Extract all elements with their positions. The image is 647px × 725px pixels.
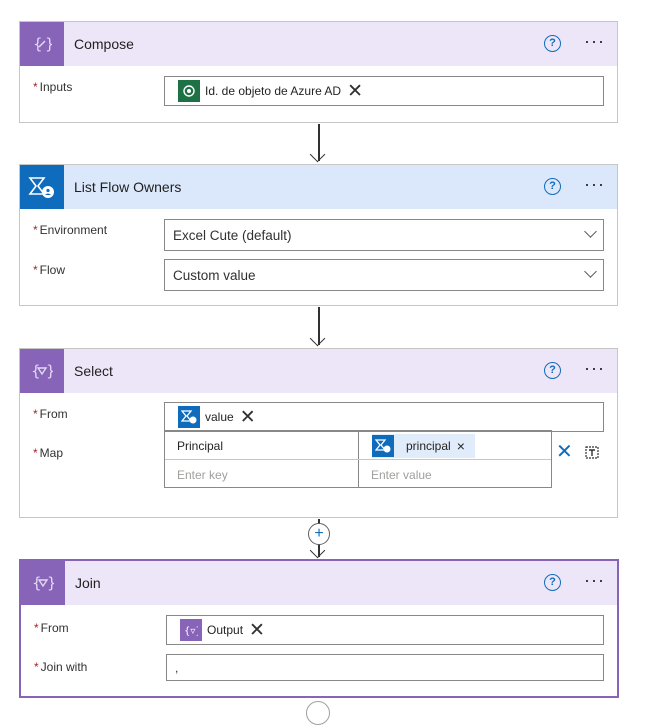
connector-arrow: [309, 307, 329, 349]
compose-card: {} Compose ? ··· *Inputs Id. de objeto d…: [19, 21, 618, 123]
compose-icon: {}: [20, 22, 64, 66]
more-options-icon[interactable]: ···: [584, 32, 605, 50]
select-title: Select: [74, 363, 113, 379]
map-label: * Map: [33, 446, 64, 460]
environment-dropdown[interactable]: Excel Cute (default): [164, 219, 604, 251]
map-table: Principal principal × Enter key Enter va…: [164, 430, 552, 488]
flow-value: Custom value: [173, 267, 256, 283]
svg-text:}: }: [47, 574, 54, 592]
list-flow-owners-title: List Flow Owners: [74, 179, 182, 195]
enter-value-cell[interactable]: Enter value: [359, 460, 552, 489]
join-with-field[interactable]: ,: [166, 654, 604, 681]
remove-token-icon[interactable]: ✕: [249, 621, 265, 640]
select-output-icon: {▿}: [180, 619, 202, 641]
svg-text:{▿}: {▿}: [184, 626, 198, 636]
token-label: principal: [406, 438, 451, 453]
help-icon[interactable]: ?: [544, 574, 561, 591]
power-automate-icon: [178, 406, 200, 428]
delete-row-icon[interactable]: ✕: [556, 442, 573, 462]
help-icon[interactable]: ?: [544, 362, 561, 379]
token-value[interactable]: value ✕: [178, 405, 256, 429]
select-card: {} Select ? ··· *From value ✕ *Map Princ…: [19, 348, 618, 518]
join-icon: {}: [21, 561, 65, 605]
switch-to-text-mode-icon[interactable]: [584, 444, 600, 463]
add-step-plus-icon[interactable]: [306, 701, 330, 725]
svg-text:{: {: [31, 362, 41, 380]
connector-arrow: [309, 124, 329, 164]
enter-key-placeholder: Enter key: [177, 467, 228, 482]
list-flow-owners-header[interactable]: List Flow Owners ? ···: [20, 165, 617, 209]
more-options-icon[interactable]: ···: [584, 359, 605, 377]
svg-text:}: }: [46, 362, 53, 380]
select-from-field[interactable]: value ✕: [164, 402, 604, 432]
remove-token-icon[interactable]: ✕: [347, 82, 363, 101]
join-title: Join: [75, 575, 101, 591]
environment-label: * Environment: [33, 223, 108, 237]
add-step-plus-icon[interactable]: +: [308, 523, 330, 545]
remove-token-icon[interactable]: ✕: [240, 408, 256, 427]
flow-label: * Flow: [33, 263, 66, 277]
svg-text:}: }: [45, 35, 52, 53]
map-key: Principal: [177, 438, 224, 453]
remove-token-icon[interactable]: ×: [457, 438, 465, 454]
map-value-cell[interactable]: principal ×: [359, 431, 552, 460]
inputs-field[interactable]: Id. de objeto de Azure AD ✕: [164, 76, 604, 106]
more-options-icon[interactable]: ···: [584, 175, 605, 193]
token-label: Id. de objeto de Azure AD: [205, 84, 342, 98]
token-azure-ad-object-id[interactable]: Id. de objeto de Azure AD ✕: [178, 79, 363, 103]
join-with-label: * Join with: [34, 660, 88, 674]
compose-title: Compose: [74, 36, 134, 52]
inputs-label: * Inputs: [33, 80, 73, 94]
join-card: {} Join ? ··· *From {▿} Output ✕ *Join w…: [19, 559, 619, 698]
more-options-icon[interactable]: ···: [584, 571, 605, 589]
flow-dropdown[interactable]: Custom value: [164, 259, 604, 291]
token-principal[interactable]: principal ×: [372, 433, 475, 458]
help-icon[interactable]: ?: [544, 35, 561, 52]
environment-value: Excel Cute (default): [173, 227, 292, 243]
token-label: Output: [207, 623, 244, 637]
compose-header[interactable]: {} Compose ? ···: [20, 22, 617, 66]
join-with-value: ,: [175, 660, 179, 675]
svg-text:{: {: [32, 574, 42, 592]
token-label: value: [205, 410, 234, 424]
map-key-cell[interactable]: Principal: [165, 431, 358, 460]
token-output[interactable]: {▿} Output ✕: [180, 618, 265, 642]
list-flow-owners-card: List Flow Owners ? ··· * Environment Exce…: [19, 164, 618, 306]
join-from-field[interactable]: {▿} Output ✕: [166, 615, 604, 645]
select-header[interactable]: {} Select ? ···: [20, 349, 617, 393]
from-label: * From: [34, 621, 69, 635]
select-icon: {}: [20, 349, 64, 393]
power-automate-icon: [372, 434, 394, 457]
from-label: * From: [33, 407, 68, 421]
enter-value-placeholder: Enter value: [371, 467, 432, 482]
dataverse-icon: [178, 80, 200, 102]
join-header[interactable]: {} Join ? ···: [21, 561, 617, 605]
help-icon[interactable]: ?: [544, 178, 561, 195]
enter-key-cell[interactable]: Enter key: [165, 460, 358, 489]
chevron-down-icon: [584, 225, 597, 238]
power-automate-icon: [20, 165, 64, 209]
chevron-down-icon: [584, 265, 597, 278]
